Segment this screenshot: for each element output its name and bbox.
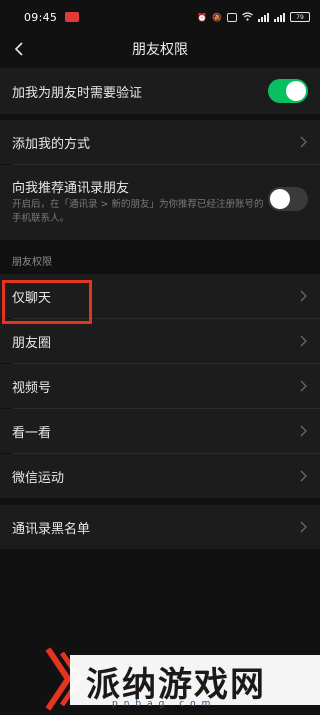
watermark: 派纳游戏网 pnbag.com	[40, 643, 320, 715]
verify-on-add-toggle[interactable]	[268, 79, 308, 103]
channels-row[interactable]: 视频号	[0, 364, 320, 408]
hd-icon	[227, 12, 237, 22]
status-icons: ⏰ 🔕 79	[197, 11, 310, 23]
recommend-contacts-toggle[interactable]	[268, 187, 308, 211]
moments-label: 朋友圈	[12, 335, 52, 351]
verify-on-add-row: 加我为朋友时需要验证	[0, 68, 320, 114]
chat-only-label: 仅聊天	[12, 290, 52, 306]
chevron-right-icon	[298, 135, 308, 149]
chevron-right-icon	[298, 520, 308, 534]
chevron-right-icon	[298, 379, 308, 393]
recommend-contacts-desc: 开启后，在「通讯录 > 新的朋友」为你推荐已经注册账号的手机联系人。	[12, 199, 264, 224]
chevron-right-icon	[298, 334, 308, 348]
wifi-icon	[242, 11, 253, 23]
signal-icon	[258, 12, 269, 22]
section-header: 朋友权限	[12, 257, 52, 268]
blacklist-label: 通讯录黑名单	[12, 521, 91, 537]
toggle-knob	[270, 189, 290, 209]
werun-label: 微信运动	[12, 470, 65, 486]
chevron-left-icon	[14, 42, 23, 56]
chevron-right-icon	[298, 469, 308, 483]
status-time: 09:45	[24, 10, 58, 24]
add-methods-row[interactable]: 添加我的方式	[0, 120, 320, 164]
chevron-right-icon	[298, 424, 308, 438]
moments-row[interactable]: 朋友圈	[0, 319, 320, 363]
alarm-icon: ⏰	[197, 12, 208, 22]
nav-bar: 朋友权限	[0, 34, 320, 64]
status-bar: 09:45 ⏰ 🔕 79	[0, 0, 320, 34]
verify-on-add-label: 加我为朋友时需要验证	[12, 85, 143, 101]
recommend-contacts-text: 向我推荐通讯录朋友 开启后，在「通讯录 > 新的朋友」为你推荐已经注册账号的手机…	[12, 177, 267, 226]
add-methods-label: 添加我的方式	[12, 136, 91, 152]
page-title: 朋友权限	[132, 42, 188, 58]
chat-only-row[interactable]: 仅聊天	[0, 274, 320, 318]
toggle-knob	[286, 81, 306, 101]
watermark-domain: pnbag.com	[112, 699, 217, 709]
top-stories-row[interactable]: 看一看	[0, 409, 320, 453]
chevron-right-icon	[298, 289, 308, 303]
recommend-contacts-label: 向我推荐通讯录朋友	[12, 181, 130, 196]
mute-icon: 🔕	[212, 12, 222, 22]
recommend-contacts-row: 向我推荐通讯录朋友 开启后，在「通讯录 > 新的朋友」为你推荐已经注册账号的手机…	[0, 165, 320, 240]
signal-icon-2	[274, 12, 285, 22]
werun-row[interactable]: 微信运动	[0, 454, 320, 498]
app-notification-icon	[65, 12, 80, 22]
channels-label: 视频号	[12, 380, 52, 396]
blacklist-row[interactable]: 通讯录黑名单	[0, 505, 320, 549]
top-stories-label: 看一看	[12, 425, 52, 441]
battery-icon: 79	[290, 12, 310, 22]
back-button[interactable]	[8, 38, 30, 60]
